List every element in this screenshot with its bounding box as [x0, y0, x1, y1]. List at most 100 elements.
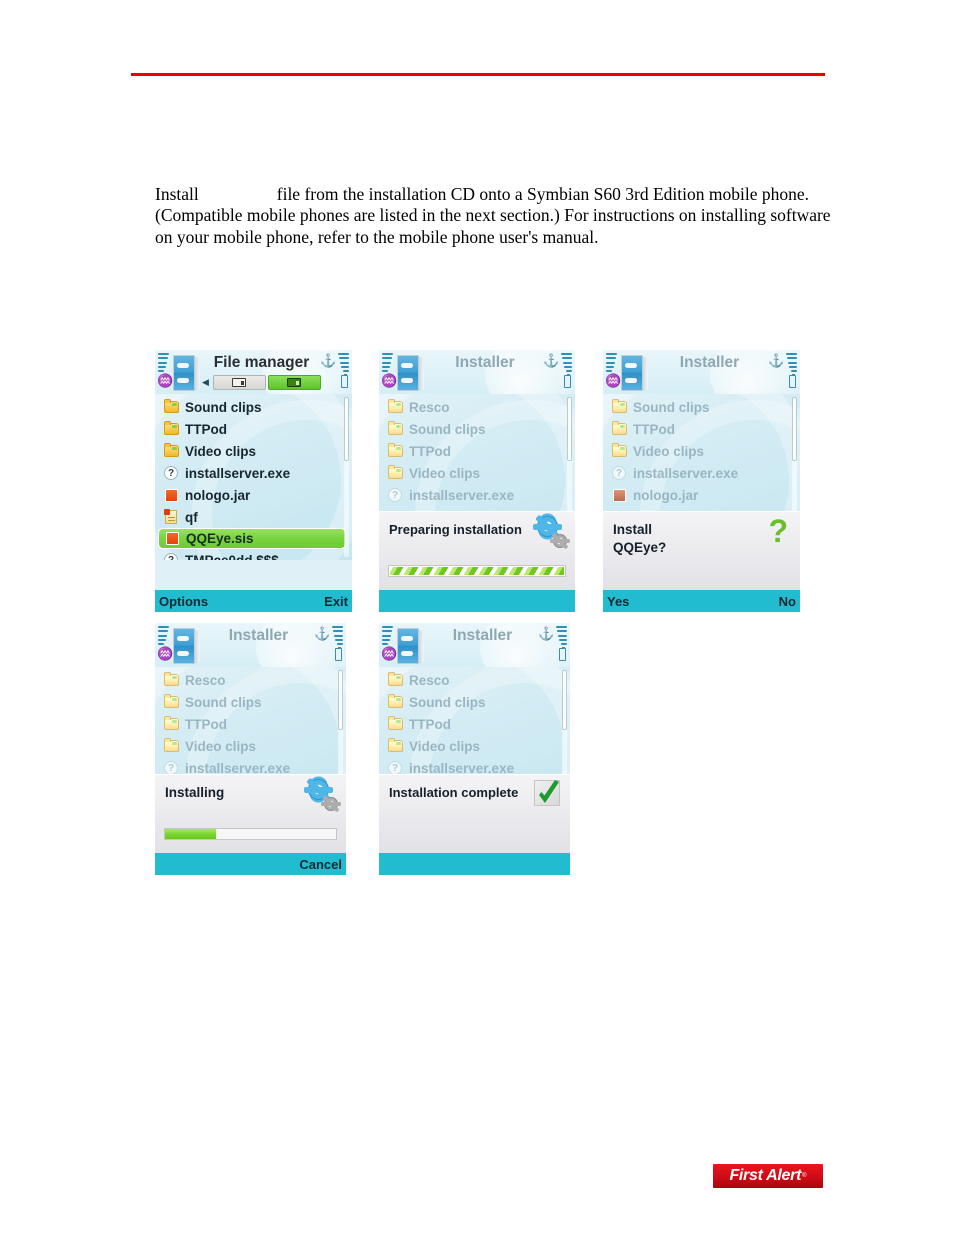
network-connection-icon: ⚓ — [768, 353, 785, 368]
memory-card-tab[interactable] — [267, 375, 321, 390]
unknown-file-icon: ? — [164, 761, 178, 775]
left-softkey[interactable]: Yes — [607, 594, 629, 609]
file-cabinet-icon — [173, 628, 200, 664]
list-item[interactable]: ? installserver.exe — [155, 462, 352, 484]
list-item-icon — [609, 421, 629, 435]
list-item-icon — [385, 672, 405, 686]
list-item[interactable]: Video clips — [155, 440, 352, 462]
list-item[interactable]: TTPod — [155, 418, 352, 440]
antenna-icon: ♒ — [157, 373, 174, 388]
list-item-label: Video clips — [409, 738, 481, 754]
unknown-file-icon: ? — [164, 466, 178, 480]
scrollbar-thumb[interactable] — [344, 397, 349, 461]
vertical-scrollbar[interactable] — [344, 397, 349, 557]
softkey-bar: Cancel — [155, 853, 346, 875]
list-item-icon: ? — [161, 553, 181, 560]
folder-icon — [387, 716, 403, 730]
list-item[interactable]: Sound clips — [379, 418, 575, 440]
scrollbar-thumb[interactable] — [792, 397, 797, 461]
list-item-label: installserver.exe — [185, 465, 291, 481]
memory-card-icon — [287, 378, 302, 387]
list-item[interactable]: ? installserver.exe — [379, 484, 575, 506]
scrollbar-thumb[interactable] — [562, 670, 567, 730]
right-softkey[interactable] — [567, 594, 571, 609]
list-item[interactable]: Video clips — [379, 462, 575, 484]
list-item-label: TTPod — [185, 421, 227, 437]
folder-icon — [387, 421, 403, 435]
list-item-icon: ? — [385, 488, 405, 502]
unknown-file-icon: ? — [164, 553, 178, 560]
list-item-label: installserver.exe — [633, 465, 739, 481]
list-item[interactable]: nologo.jar — [155, 484, 352, 506]
folder-icon — [163, 672, 179, 686]
chevron-left-icon[interactable]: ◀ — [202, 378, 209, 387]
right-softkey[interactable]: Cancel — [299, 857, 342, 872]
list-item[interactable]: Sound clips — [155, 691, 346, 713]
list-item[interactable]: TTPod — [155, 713, 346, 735]
list-item-icon — [161, 509, 181, 524]
list-item-icon: ? — [385, 761, 405, 775]
left-softkey[interactable] — [159, 857, 163, 872]
right-softkey[interactable] — [562, 857, 566, 872]
folder-icon — [163, 443, 179, 457]
signal-strength-icon — [158, 353, 170, 372]
folder-icon — [163, 716, 179, 730]
list-item[interactable]: ? installserver.exe — [603, 462, 800, 484]
scrollbar-thumb[interactable] — [567, 397, 572, 461]
trademark-symbol: ® — [802, 1173, 807, 1179]
status-bar: ♒ File manager ⚓ ◀ — [155, 350, 352, 394]
list-item[interactable]: QQEye.sis — [158, 528, 346, 549]
left-softkey[interactable]: Options — [159, 594, 208, 609]
indeterminate-progress-bar — [388, 565, 566, 577]
list-item-label: QQEye.sis — [186, 531, 254, 546]
list-item[interactable]: Resco — [155, 669, 346, 691]
list-item[interactable]: Video clips — [603, 440, 800, 462]
status-bar: ♒ Installer ⚓ — [379, 350, 575, 394]
folder-icon — [163, 738, 179, 752]
file-cabinet-icon — [621, 355, 648, 391]
file-cabinet-icon — [173, 355, 200, 391]
list-item-label: TMPce0dd.$$$ — [185, 552, 279, 561]
list-item[interactable]: Sound clips — [603, 396, 800, 418]
battery-icon — [341, 373, 348, 388]
list-item[interactable]: Resco — [379, 396, 575, 418]
dialog: Installing — [155, 774, 346, 853]
list-item-label: TTPod — [409, 716, 451, 732]
list-item[interactable]: qf — [155, 506, 352, 528]
folder-icon — [611, 399, 627, 413]
list-item[interactable]: TTPod — [379, 440, 575, 462]
unknown-file-icon: ? — [612, 466, 626, 480]
list-item-icon — [609, 488, 629, 502]
list-item[interactable]: TTPod — [603, 418, 800, 440]
phone-screen-installation-complete: ♒ Installer ⚓ Resco Sound clips TTPod Video cl… — [379, 623, 570, 875]
list-item[interactable]: TTPod — [379, 713, 570, 735]
list-item-label: TTPod — [409, 443, 451, 459]
battery-strength-icon — [785, 353, 797, 372]
list-item[interactable]: Video clips — [379, 735, 570, 757]
right-softkey[interactable]: Exit — [324, 594, 348, 609]
list-item[interactable]: nologo.jar — [603, 484, 800, 506]
softkey-bar — [379, 590, 575, 612]
right-softkey[interactable]: No — [779, 594, 796, 609]
memory-tabs[interactable]: ◀ — [202, 375, 321, 390]
phone-memory-tab[interactable] — [212, 375, 266, 390]
list-item-icon — [609, 443, 629, 457]
list-item[interactable]: Sound clips — [379, 691, 570, 713]
list-item-icon — [161, 672, 181, 686]
list-item-label: TTPod — [185, 716, 227, 732]
list-item[interactable]: Resco — [379, 669, 570, 691]
list-item-icon: ? — [161, 466, 181, 480]
left-softkey[interactable] — [383, 857, 387, 872]
left-softkey[interactable] — [383, 594, 387, 609]
list-item[interactable]: ? TMPce0dd.$$$ — [155, 549, 352, 560]
unknown-file-icon: ? — [388, 761, 402, 775]
list-item-label: Sound clips — [633, 399, 710, 415]
softkey-bar — [379, 853, 570, 875]
scrollbar-thumb[interactable] — [338, 670, 343, 730]
folder-icon — [163, 399, 179, 413]
signal-strength-icon — [606, 353, 618, 372]
jar-file-icon — [165, 532, 179, 545]
list-item[interactable]: Sound clips — [155, 396, 352, 418]
list-item[interactable]: Video clips — [155, 735, 346, 757]
brand-name: First Alert — [729, 1167, 802, 1184]
